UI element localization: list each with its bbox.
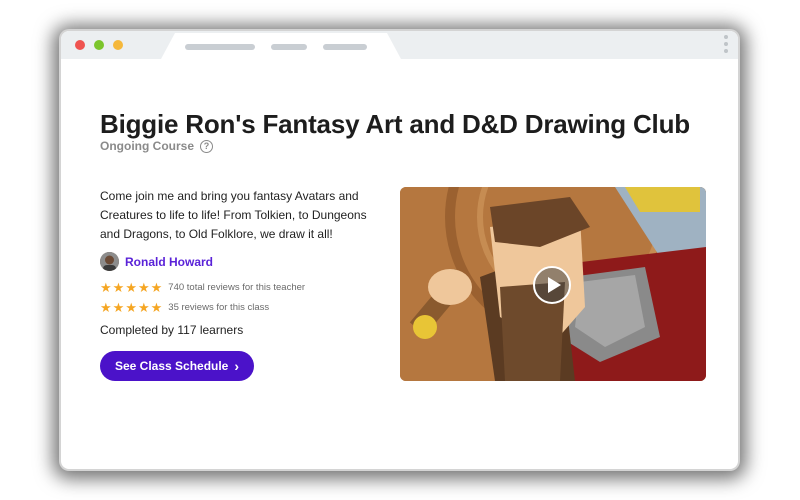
- course-title: Biggie Ron's Fantasy Art and D&D Drawing…: [100, 109, 690, 139]
- teacher-rating-stars: ★ ★ ★ ★ ★: [100, 281, 162, 294]
- course-type-label: Ongoing Course: [100, 139, 194, 153]
- star-icon: ★: [150, 300, 163, 315]
- tab-placeholder-line: [323, 44, 367, 50]
- teacher-name-link[interactable]: Ronald Howard: [125, 255, 213, 269]
- tab-placeholder-line: [271, 44, 307, 50]
- course-description: Come join me and bring you fantasy Avata…: [100, 189, 367, 241]
- star-icon: ★: [112, 280, 125, 295]
- chevron-right-icon: ›: [234, 358, 240, 374]
- cta-label: See Class Schedule: [114, 359, 229, 373]
- star-icon: ★: [137, 300, 150, 315]
- browser-tab[interactable]: [161, 33, 401, 59]
- star-icon: ★: [137, 280, 150, 295]
- maximize-window-button[interactable]: [94, 40, 104, 50]
- class-rating-stars: ★ ★ ★ ★ ★: [100, 301, 162, 314]
- star-icon: ★: [125, 280, 137, 295]
- class-review-count[interactable]: 35 reviews for this class: [168, 302, 269, 313]
- star-icon: ★: [100, 300, 112, 315]
- teacher-rating: ★ ★ ★ ★ ★ 740 total reviews for this tea…: [100, 281, 305, 294]
- minimize-window-button[interactable]: [113, 40, 123, 50]
- teacher-row: Ronald Howard: [100, 252, 213, 271]
- teacher-avatar[interactable]: [100, 252, 119, 271]
- close-window-button[interactable]: [75, 40, 85, 50]
- see-class-schedule-button[interactable]: See Class Schedule ›: [100, 351, 254, 381]
- help-icon[interactable]: ?: [200, 139, 213, 153]
- course-type-row: Ongoing Course ?: [100, 139, 213, 153]
- browser-window: Biggie Ron's Fantasy Art and D&D Drawing…: [61, 31, 738, 469]
- course-video-thumbnail[interactable]: [400, 187, 706, 381]
- star-icon: ★: [150, 280, 163, 295]
- star-icon: ★: [125, 300, 137, 315]
- tab-placeholder-line: [185, 44, 255, 50]
- star-icon: ★: [100, 280, 112, 295]
- star-icon: ★: [112, 300, 125, 315]
- play-icon[interactable]: [533, 266, 571, 304]
- class-rating: ★ ★ ★ ★ ★ 35 reviews for this class: [100, 301, 269, 314]
- browser-menu-icon[interactable]: [724, 35, 728, 56]
- browser-titlebar: [61, 31, 738, 59]
- teacher-review-count[interactable]: 740 total reviews for this teacher: [168, 282, 305, 293]
- completed-count: Completed by 117 learners: [100, 323, 244, 337]
